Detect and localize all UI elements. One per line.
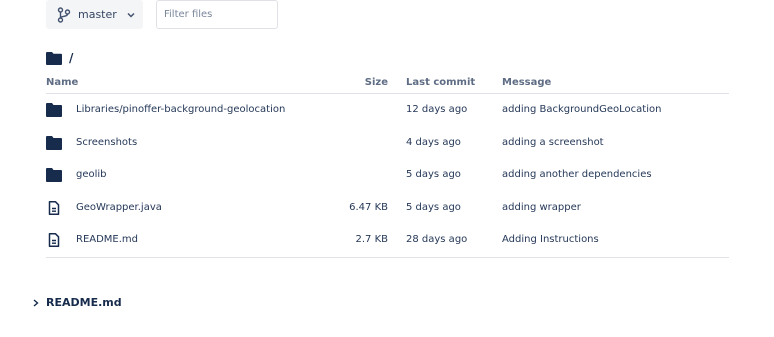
column-header-last-commit[interactable]: Last commit — [406, 77, 475, 88]
chevron-down-icon — [127, 12, 135, 18]
table-row[interactable]: Screenshots 4 days ago adding a screenshot — [46, 127, 729, 160]
table-row[interactable]: geolib 5 days ago adding another dependenc… — [46, 159, 729, 192]
caret-right-icon — [33, 298, 39, 307]
table-row[interactable]: Libraries/pinoffer-background-geolocatio… — [46, 94, 729, 127]
file-name-link[interactable]: Screenshots — [76, 137, 137, 148]
last-commit-time: 12 days ago — [406, 104, 468, 115]
commit-message: adding wrapper — [502, 201, 581, 213]
file-size: 2.7 KB — [355, 234, 389, 245]
file-icon — [48, 200, 60, 215]
readme-toggle[interactable]: README.md — [33, 296, 122, 309]
table-row[interactable]: GeoWrapper.java 6.47 KB 5 days ago adding w… — [46, 192, 729, 225]
file-table: Name Size Last commit Message Libraries/… — [46, 74, 729, 258]
folder-icon — [46, 135, 62, 150]
commit-message: Adding Instructions — [502, 234, 599, 245]
file-icon — [48, 233, 60, 247]
last-commit-time: 4 days ago — [406, 136, 461, 148]
table-row[interactable]: README.md 2.7 KB 28 days ago Adding Instruc… — [46, 224, 729, 257]
branch-label: master — [78, 8, 117, 21]
file-name-link[interactable]: Libraries/pinoffer-background-geolocatio… — [76, 104, 285, 115]
commit-message: adding a screenshot — [502, 136, 604, 148]
column-header-name[interactable]: Name — [46, 77, 78, 88]
commit-message: adding BackgroundGeoLocation — [502, 104, 662, 115]
breadcrumb-root[interactable]: / — [69, 51, 73, 65]
last-commit-time: 5 days ago — [406, 169, 461, 180]
folder-icon — [46, 51, 62, 65]
column-header-message[interactable]: Message — [502, 77, 551, 88]
folder-icon — [46, 103, 62, 117]
last-commit-time: 28 days ago — [406, 234, 468, 245]
folder-icon — [46, 168, 62, 182]
branch-selector-button[interactable]: master — [46, 0, 143, 29]
filter-files-input[interactable] — [156, 0, 278, 29]
file-name-link[interactable]: geolib — [76, 169, 107, 180]
commit-message: adding another dependencies — [502, 169, 652, 180]
file-name-link[interactable]: GeoWrapper.java — [76, 202, 162, 213]
last-commit-time: 5 days ago — [406, 201, 461, 213]
breadcrumb: / — [46, 50, 73, 66]
file-name-link[interactable]: README.md — [76, 234, 138, 245]
column-header-size[interactable]: Size — [365, 77, 388, 88]
table-header: Name Size Last commit Message — [46, 74, 729, 94]
readme-section-title: README.md — [46, 296, 122, 309]
branch-icon — [57, 6, 71, 23]
file-size: 6.47 KB — [349, 201, 388, 213]
